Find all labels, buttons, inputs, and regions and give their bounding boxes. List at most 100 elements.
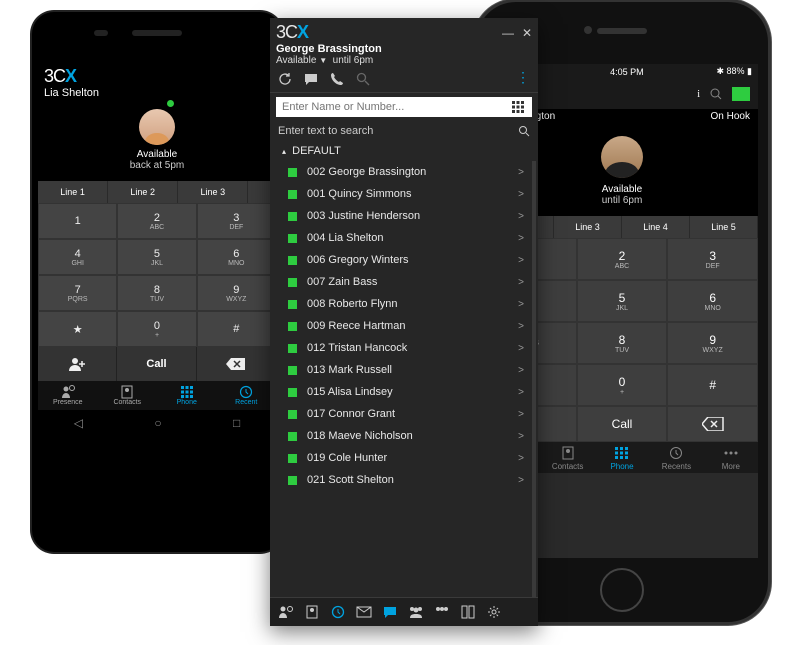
call-icon[interactable] (330, 72, 344, 86)
tab-recent[interactable]: Recent (217, 381, 277, 410)
presence-icon[interactable] (278, 604, 294, 620)
backspace-button[interactable] (197, 347, 276, 381)
search-icon[interactable] (356, 72, 370, 86)
android-screen: 3CX Lia Shelton Available back at 5pm Li… (38, 62, 276, 502)
search-icon[interactable] (710, 88, 722, 100)
keypad-key[interactable]: 8TUV (577, 322, 668, 364)
queue-icon[interactable] (434, 604, 450, 620)
contact-row[interactable]: 021 Scott Shelton> (270, 469, 538, 491)
contacts-icon[interactable] (304, 604, 320, 620)
overview-icon[interactable]: □ (233, 416, 240, 430)
contact-row[interactable]: 006 Gregory Winters> (270, 249, 538, 271)
keypad-key[interactable]: 3DEF (197, 203, 276, 239)
contact-row[interactable]: 013 Mark Russell> (270, 359, 538, 381)
keypad-key[interactable]: 9WXYZ (667, 322, 758, 364)
keypad-key[interactable]: 0+ (117, 311, 196, 347)
line-tab[interactable]: Line 3 (178, 181, 248, 203)
contact-row[interactable]: 012 Tristan Hancock> (270, 337, 538, 359)
contact-row[interactable]: 009 Reece Hartman> (270, 315, 538, 337)
keypad-key[interactable]: 8TUV (117, 275, 196, 311)
call-button[interactable]: Call (577, 406, 668, 442)
contact-row[interactable]: 001 Quincy Simmons> (270, 183, 538, 205)
home-button[interactable] (600, 568, 644, 612)
tab-contacts[interactable]: Contacts (98, 381, 158, 410)
contact-label: 018 Maeve Nicholson (307, 430, 413, 442)
keypad-key[interactable]: # (667, 364, 758, 406)
contact-row[interactable]: 017 Connor Grant> (270, 403, 538, 425)
home-icon[interactable]: ○ (154, 416, 161, 430)
chevron-right-icon: > (518, 431, 524, 442)
keypad-key[interactable]: 6MNO (197, 239, 276, 275)
close-icon[interactable]: ✕ (522, 26, 532, 40)
keypad-key[interactable]: 9WXYZ (197, 275, 276, 311)
status-square-icon[interactable] (732, 87, 750, 101)
tab-phone[interactable]: Phone (157, 381, 217, 410)
phone-sensor (94, 30, 108, 36)
line-tab[interactable]: Line 1 (38, 181, 108, 203)
contact-label: 009 Reece Hartman (307, 320, 405, 332)
chat-icon[interactable] (382, 604, 398, 620)
search-icon[interactable] (518, 125, 530, 137)
chevron-right-icon: > (518, 343, 524, 354)
contact-row[interactable]: 015 Alisa Lindsey> (270, 381, 538, 403)
tab-label: Recent (235, 399, 257, 406)
contact-label: 001 Quincy Simmons (307, 188, 412, 200)
contact-row[interactable]: 008 Roberto Flynn> (270, 293, 538, 315)
contact-row[interactable]: 007 Zain Bass> (270, 271, 538, 293)
voicemail-icon[interactable] (356, 604, 372, 620)
android-presence-area[interactable]: Available back at 5pm (38, 101, 276, 181)
line-tab[interactable]: Line 5 (690, 216, 758, 238)
settings-icon[interactable] (486, 604, 502, 620)
keypad-key[interactable]: 7PQRS (38, 275, 117, 311)
line-tab[interactable]: Line 2 (108, 181, 178, 203)
contact-label: 021 Scott Shelton (307, 474, 394, 486)
contact-label: 003 Justine Henderson (307, 210, 420, 222)
desktop-status-line[interactable]: Available ▼ until 6pm (276, 55, 532, 66)
info-icon[interactable]: i (697, 89, 700, 100)
chat-icon[interactable] (304, 72, 318, 86)
tab-contacts[interactable]: Contacts (540, 446, 594, 471)
minimize-icon[interactable]: — (502, 26, 514, 40)
dialpad-grid-icon[interactable] (512, 101, 532, 113)
contact-row[interactable]: 003 Justine Henderson> (270, 205, 538, 227)
keypad-key[interactable]: 2ABC (117, 203, 196, 239)
keypad-key[interactable]: 2ABC (577, 238, 668, 280)
keypad-key[interactable]: 5JKL (117, 239, 196, 275)
ios-battery: ✱ 88% ▮ (716, 66, 752, 77)
keypad-key[interactable]: 4GHI (38, 239, 117, 275)
contact-row[interactable]: 002 George Brassington> (270, 161, 538, 183)
add-contact-button[interactable] (38, 347, 117, 381)
backspace-button[interactable] (667, 406, 758, 442)
refresh-icon[interactable] (278, 72, 292, 86)
tab-phone[interactable]: Phone (595, 446, 649, 471)
contact-label: 002 George Brassington (307, 166, 426, 178)
line-tab[interactable]: Line 4 (622, 216, 690, 238)
back-icon[interactable]: ◁ (74, 416, 83, 430)
call-button[interactable]: Call (117, 347, 196, 381)
conference-icon[interactable] (408, 604, 424, 620)
search-input[interactable] (276, 97, 512, 117)
contact-list[interactable]: 002 George Brassington>001 Quincy Simmon… (270, 161, 538, 597)
contact-label: 013 Mark Russell (307, 364, 392, 376)
line-tab[interactable]: Line 3 (554, 216, 622, 238)
tab-presence[interactable]: Presence (38, 381, 98, 410)
keypad-key[interactable]: 3DEF (667, 238, 758, 280)
keypad-key[interactable]: 6MNO (667, 280, 758, 322)
keypad-key[interactable]: # (197, 311, 276, 347)
contact-row[interactable]: 018 Maeve Nicholson > (270, 425, 538, 447)
tab-more[interactable]: More (704, 446, 758, 471)
more-menu-icon[interactable]: ⋮ (516, 72, 530, 82)
group-header[interactable]: ▴ DEFAULT (270, 141, 538, 161)
contact-row[interactable]: 004 Lia Shelton> (270, 227, 538, 249)
tab-recents[interactable]: Recents (649, 446, 703, 471)
keypad-key[interactable]: 1 (38, 203, 117, 239)
presence-square-icon (288, 278, 297, 287)
filter-hint-text: Enter text to search (278, 125, 373, 137)
contact-row[interactable]: 019 Cole Hunter> (270, 447, 538, 469)
recents-icon[interactable] (330, 604, 346, 620)
tab-label: Contacts (113, 399, 141, 406)
keypad-key[interactable]: 5JKL (577, 280, 668, 322)
switchboard-icon[interactable] (460, 604, 476, 620)
keypad-key[interactable]: ★ (38, 311, 117, 347)
keypad-key[interactable]: 0+ (577, 364, 668, 406)
